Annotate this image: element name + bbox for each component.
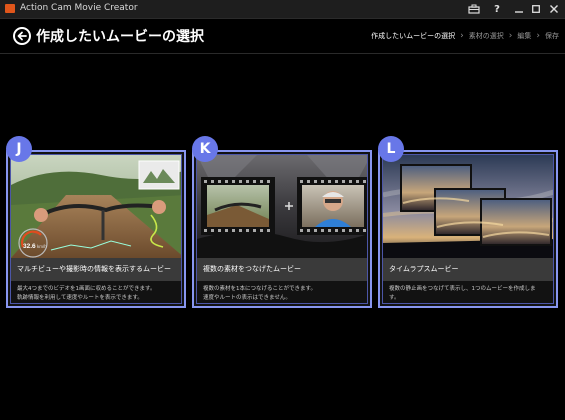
speed-readout: 32.6 (23, 243, 36, 250)
page-header: 作成したいムービーの選択 作成したいムービーの選択 › 素材の選択 › 編集 ›… (0, 19, 565, 54)
card-description-line: 最大4つまでのビデオを1画面に収めることができます。 (17, 286, 156, 292)
card-description: 複数の素材を1本につなげることができます。 速度やルートの表示はできません。 (203, 285, 363, 303)
help-icon[interactable]: ? (488, 1, 506, 17)
movie-option-combined[interactable]: 複数の素材をつなげたムービー 複数の素材を1本につなげることができます。 速度や… (192, 150, 372, 308)
breadcrumb-step-edit: 編集 (517, 32, 532, 40)
card-frame: 複数の素材をつなげたムービー 複数の素材を1本につなげることができます。 速度や… (196, 154, 368, 304)
card-badge-l: L (378, 136, 404, 162)
breadcrumb: 作成したいムービーの選択 › 素材の選択 › 編集 › 保存 (371, 31, 559, 41)
multiview-thumbnail: 32.6 km/h (11, 155, 181, 258)
card-description-line: 速度やルートの表示はできません。 (203, 295, 291, 301)
breadcrumb-step-save: 保存 (545, 32, 559, 40)
card-frame: タイムラプスムービー 複数の静止画をつなげて表示し、1つのムービーを作成しま す… (382, 154, 554, 304)
breadcrumb-step-select-movie: 作成したいムービーの選択 (371, 32, 456, 40)
toolbox-icon[interactable] (465, 1, 483, 17)
card-description: 複数の静止画をつなげて表示し、1つのムービーを作成しま す。 (389, 285, 549, 303)
arrow-left-icon (17, 31, 27, 41)
app-icon (5, 4, 15, 13)
timelapse-thumbnail (383, 155, 553, 258)
chevron-right-icon: › (536, 30, 540, 41)
minimize-icon[interactable] (510, 1, 528, 17)
combined-thumbnail (197, 155, 367, 258)
movie-option-timelapse[interactable]: タイムラプスムービー 複数の静止画をつなげて表示し、1つのムービーを作成しま す… (378, 150, 558, 308)
card-description-line: 複数の素材を1本につなげることができます。 (203, 286, 316, 292)
window-title-bar: Action Cam Movie Creator ? (0, 0, 565, 19)
card-badge-j: J (6, 136, 32, 162)
speed-unit: km/h (37, 244, 47, 249)
card-description-line: 軌跡情報を利用して速度やルートを表示できます。 (17, 295, 143, 301)
close-icon[interactable] (545, 1, 563, 17)
card-description-line: 複数の静止画をつなげて表示し、1つのムービーを作成しま (389, 286, 536, 292)
card-title: 複数の素材をつなげたムービー (197, 258, 367, 281)
back-button[interactable] (13, 27, 31, 45)
window-title: Action Cam Movie Creator (20, 3, 138, 13)
page-title: 作成したいムービーの選択 (36, 29, 204, 45)
card-frame: 32.6 km/h マルチビューや撮影時の情報を表示するムービー 最大4つまでの… (10, 154, 182, 304)
movie-option-multiview[interactable]: 32.6 km/h マルチビューや撮影時の情報を表示するムービー 最大4つまでの… (6, 150, 186, 308)
breadcrumb-step-select-material: 素材の選択 (468, 32, 504, 40)
card-title: マルチビューや撮影時の情報を表示するムービー (11, 258, 181, 281)
chevron-right-icon: › (508, 30, 513, 41)
chevron-right-icon: › (460, 30, 464, 41)
card-title: タイムラプスムービー (383, 258, 553, 281)
card-description-line: す。 (389, 295, 400, 301)
card-description: 最大4つまでのビデオを1画面に収めることができます。 軌跡情報を利用して速度やル… (17, 285, 177, 303)
card-badge-k: K (192, 136, 218, 162)
maximize-icon[interactable] (527, 1, 545, 17)
